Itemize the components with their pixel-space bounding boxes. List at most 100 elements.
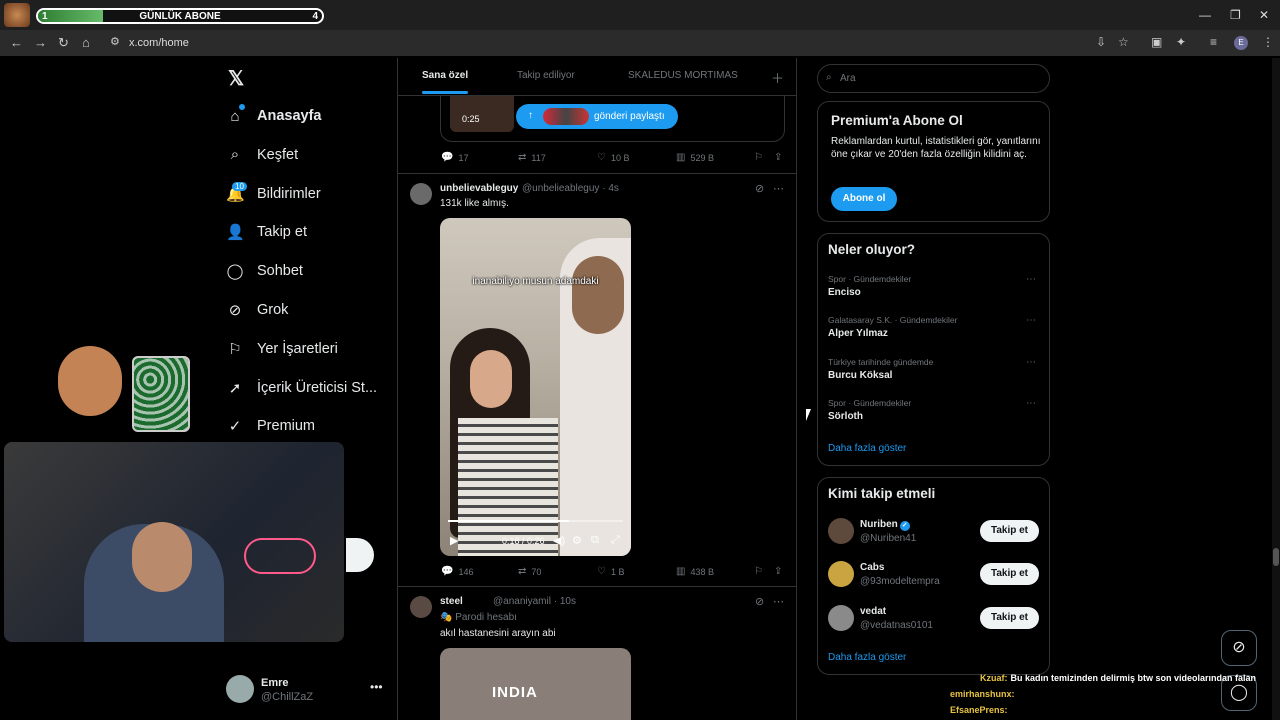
media-icon[interactable]: ▣ (1151, 35, 1162, 49)
sidebar-item-label: Anasayfa (257, 108, 322, 124)
reply-button[interactable]: 💬 17 (441, 152, 468, 163)
install-icon[interactable]: ⇩ (1096, 35, 1106, 49)
show-more-follow[interactable]: Daha fazla göster (828, 652, 906, 663)
tweet-meta[interactable]: @ananiyamil · 10s (493, 596, 576, 607)
grok-icon[interactable]: ⊘ (755, 182, 764, 195)
trend-name[interactable]: Sörloth (828, 411, 863, 422)
sidebar-item-4[interactable]: ◯ Sohbet (226, 259, 303, 283)
views-button[interactable]: ▥ 529 B (676, 152, 714, 163)
x-logo-icon[interactable]: 𝕏 (228, 66, 244, 91)
views-button[interactable]: ▥ 438 B (676, 566, 714, 577)
sidebar-item-0[interactable]: ⌂ Anasayfa (226, 104, 321, 128)
subscribe-button[interactable]: Abone ol (831, 187, 897, 211)
more-icon[interactable]: ⋯ (773, 182, 784, 195)
sidebar-item-7[interactable]: ➚ İçerik Üreticisi St... (226, 376, 377, 400)
repost-count: 70 (531, 566, 542, 577)
tab-list[interactable]: SKALEDUS MORTIMAS (628, 70, 738, 81)
url-text[interactable]: x.com/home (129, 37, 189, 49)
subscriber-goal-bar: 1 GÜNLÜK ABONE 4 (36, 8, 324, 24)
avatar[interactable] (828, 518, 854, 544)
grok-icon[interactable]: ⊘ (1221, 630, 1257, 666)
back-icon[interactable]: ← (10, 35, 23, 50)
follow-name[interactable]: Nuriben ✓ (860, 519, 910, 531)
trend-name[interactable]: Alper Yılmaz (828, 328, 888, 339)
minimize-icon[interactable]: — (1199, 8, 1211, 22)
avatar[interactable] (828, 604, 854, 631)
sidebar-item-label: Premium (257, 418, 316, 435)
tab-following[interactable]: Takip ediliyor (517, 70, 575, 81)
star-icon[interactable]: ☆ (1118, 35, 1129, 49)
video-man-head (572, 256, 624, 334)
sidebar-item-6[interactable]: ⚐ Yer İşaretleri (226, 337, 338, 361)
more-icon[interactable]: ⋯ (1026, 315, 1036, 326)
account-switcher[interactable]: Emre @ChillZaZ ••• (226, 675, 386, 705)
avatar[interactable] (410, 596, 432, 618)
scrollbar[interactable] (1272, 58, 1280, 720)
follow-name-text: Nuriben (860, 519, 898, 530)
video-progress-bar[interactable] (448, 520, 623, 522)
follow-name[interactable]: Cabs (860, 562, 884, 573)
settings-icon[interactable]: ⚙ (572, 534, 582, 547)
stream-mascot-image (44, 334, 194, 440)
tweet-author[interactable]: unbelievableguy (440, 183, 518, 194)
trend-name[interactable]: Enciso (828, 287, 861, 298)
tweet-meta[interactable]: @unbelieableguy · 4s (522, 183, 619, 194)
more-icon[interactable]: ••• (370, 680, 383, 694)
sidebar-item-3[interactable]: 👤 Takip et (226, 220, 307, 244)
repost-button[interactable]: ⇄ 117 (518, 152, 546, 163)
tweet-text: 131k like almış. (440, 198, 509, 209)
trend-name[interactable]: Burcu Köksal (828, 370, 892, 381)
scrollbar-thumb[interactable] (1273, 548, 1279, 566)
volume-icon[interactable]: ◀) (553, 534, 565, 547)
extensions-icon[interactable]: ✦ (1176, 35, 1186, 49)
play-icon[interactable]: ▶ (450, 534, 458, 547)
bookmark-icon[interactable]: ⚐ (754, 152, 763, 163)
sidebar-item-label: Keşfet (257, 146, 299, 163)
sidebar-item-label: Grok (257, 302, 289, 318)
home-browser-icon[interactable]: ⌂ (82, 35, 90, 50)
bookmark-icon[interactable]: ⚐ (754, 566, 763, 577)
site-settings-icon[interactable]: ⚙ (110, 35, 120, 48)
avatar[interactable] (410, 183, 432, 205)
sidebar-item-5[interactable]: ⊘ Grok (226, 298, 289, 322)
like-button[interactable]: ♡ 10 B (597, 152, 629, 163)
reply-button[interactable]: 💬 146 (441, 566, 473, 577)
tab-for-you[interactable]: Sana özel (422, 70, 468, 81)
share-icon[interactable]: ⇪ (774, 566, 782, 577)
follow-button[interactable]: Takip et (980, 520, 1039, 542)
close-icon[interactable]: ✕ (1259, 8, 1269, 22)
like-button[interactable]: ♡ 1 B (597, 566, 624, 577)
share-icon[interactable]: ⇪ (774, 152, 782, 163)
more-icon[interactable]: ⋯ (773, 595, 784, 608)
show-more-trends[interactable]: Daha fazla göster (828, 443, 906, 454)
webcam-person-head (132, 522, 192, 592)
tweet-author[interactable]: steel (440, 596, 463, 607)
follow-button[interactable]: Takip et (980, 563, 1039, 586)
tweet-divider (398, 173, 796, 174)
maximize-icon[interactable]: ❐ (1230, 8, 1241, 22)
repost-button[interactable]: ⇄ 70 (518, 566, 541, 577)
queue-icon[interactable]: ≡ (1210, 35, 1217, 49)
follow-name[interactable]: vedat (860, 606, 886, 617)
menu-icon[interactable]: ⋮ (1262, 35, 1274, 49)
sidebar-item-8[interactable]: ✓ Premium (226, 414, 315, 438)
quoted-video-thumbnail[interactable] (450, 96, 514, 132)
more-icon[interactable]: ⋯ (1026, 357, 1036, 368)
grok-icon[interactable]: ⊘ (755, 595, 764, 608)
more-icon[interactable]: ⋯ (1026, 398, 1036, 409)
sidebar-item-label: Yer İşaretleri (257, 340, 338, 357)
fullscreen-icon[interactable]: ⤢ (611, 534, 620, 547)
reload-icon[interactable]: ↻ (58, 35, 69, 51)
post-button[interactable] (346, 538, 374, 572)
add-tab-icon[interactable]: ＋ (771, 68, 784, 87)
shared-post-label: gönderi paylaştı (594, 111, 665, 122)
pip-icon[interactable]: ⧉ (591, 534, 599, 547)
forward-icon[interactable]: → (34, 35, 47, 50)
more-icon[interactable]: ⋯ (1026, 274, 1036, 285)
profile-icon[interactable]: E (1234, 36, 1248, 50)
tweet-video[interactable]: inanabiliyo musun adamdaki ▶ 0:18 / 0:26… (440, 218, 631, 556)
trend-category: Galatasaray S.K. · Gündemdekiler (828, 315, 958, 326)
follow-button[interactable]: Takip et (980, 606, 1039, 629)
sidebar-item-1[interactable]: ⌕ Keşfet (226, 143, 298, 167)
tweet-image[interactable]: INDIA (440, 648, 631, 720)
